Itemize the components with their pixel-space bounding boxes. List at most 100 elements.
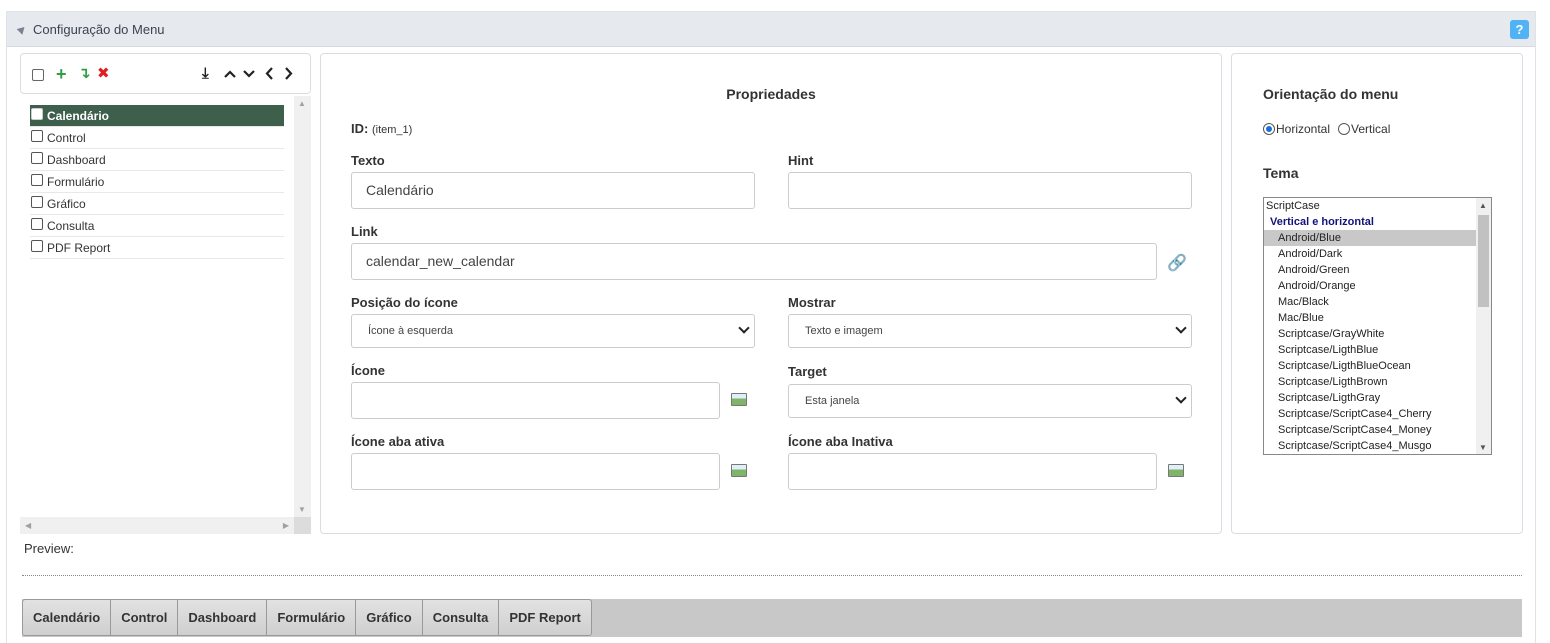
- tree-item-calendario[interactable]: Calendário: [30, 105, 284, 127]
- tree-item-dashboard[interactable]: Dashboard: [30, 149, 284, 171]
- theme-listbox[interactable]: ScriptCase Vertical e horizontal Android…: [1263, 197, 1492, 455]
- preview-menu-item-control[interactable]: Control: [111, 600, 179, 635]
- orientation-title: Orientação do menu: [1263, 86, 1399, 102]
- theme-option[interactable]: Scriptcase/LigthBlueOcean: [1264, 358, 1476, 374]
- move-right-icon[interactable]: [285, 67, 293, 80]
- scroll-right-icon[interactable]: ▶: [283, 521, 289, 530]
- hint-input[interactable]: [788, 172, 1192, 209]
- chevron-down-icon: [1175, 392, 1187, 404]
- collapse-triangle-icon[interactable]: [16, 24, 28, 35]
- tree-item-checkbox[interactable]: [31, 195, 43, 208]
- tree-item-checkbox[interactable]: [31, 239, 43, 252]
- icone-aba-ativa-label: Ícone aba ativa: [351, 434, 445, 449]
- posicao-icone-value: Ícone à esquerda: [368, 325, 454, 337]
- tree-toolbar: + ↴ ✖ ⤓: [20, 53, 311, 94]
- icone-aba-inativa-label: Ícone aba Inativa: [788, 434, 893, 449]
- target-select[interactable]: Esta janela: [788, 384, 1192, 418]
- mostrar-select[interactable]: Texto e imagem: [788, 314, 1192, 348]
- tree-item-formulario[interactable]: Formulário: [30, 171, 284, 193]
- scroll-up-icon[interactable]: ▲: [1479, 201, 1487, 210]
- move-down-icon[interactable]: [243, 70, 255, 78]
- preview-menu-item-formulario[interactable]: Formulário: [267, 600, 357, 635]
- preview-label: Preview:: [24, 541, 74, 556]
- theme-option[interactable]: Scriptcase/ScriptCase4_Musgo: [1264, 438, 1476, 454]
- icone-input[interactable]: [351, 382, 720, 419]
- scrollbar-thumb[interactable]: [1478, 215, 1489, 307]
- icone-label: Ícone: [351, 363, 385, 378]
- properties-panel: Propriedades ID: (item_1) Texto Calendár…: [320, 53, 1222, 534]
- image-picker-icon[interactable]: [731, 464, 747, 477]
- section-header[interactable]: Configuração do Menu ?: [7, 12, 1535, 47]
- icone-aba-ativa-input[interactable]: [351, 453, 720, 490]
- theme-option[interactable]: Android/Orange: [1264, 278, 1476, 294]
- image-picker-icon[interactable]: [1168, 464, 1184, 477]
- help-icon[interactable]: ?: [1510, 20, 1529, 39]
- theme-option[interactable]: Android/Green: [1264, 262, 1476, 278]
- delete-item-icon[interactable]: ✖: [97, 64, 110, 84]
- select-all-checkbox[interactable]: [32, 69, 44, 81]
- mostrar-value: Texto e imagem: [805, 325, 883, 337]
- tree-item-consulta[interactable]: Consulta: [30, 215, 284, 237]
- theme-option[interactable]: Android/Dark: [1264, 246, 1476, 262]
- posicao-icone-select[interactable]: Ícone à esquerda: [351, 314, 755, 348]
- scrollbar-corner: [294, 517, 311, 534]
- image-picker-icon[interactable]: [731, 393, 747, 406]
- theme-option[interactable]: Scriptcase/GrayWhite: [1264, 326, 1476, 342]
- add-item-icon[interactable]: +: [56, 64, 67, 84]
- scroll-down-icon[interactable]: ▼: [1479, 443, 1487, 452]
- link-input[interactable]: calendar_new_calendar: [351, 243, 1157, 280]
- scroll-up-icon[interactable]: ▲: [298, 99, 306, 108]
- orientation-radio-group: Horizontal Vertical: [1263, 122, 1390, 136]
- hint-label: Hint: [788, 153, 814, 168]
- theme-title: Tema: [1263, 165, 1299, 181]
- theme-listbox-scrollbar[interactable]: ▲ ▼: [1476, 198, 1491, 454]
- scroll-left-icon[interactable]: ◀: [25, 521, 31, 530]
- scroll-down-icon[interactable]: ▼: [298, 505, 306, 514]
- tree-item-checkbox[interactable]: [31, 217, 43, 230]
- preview-menu-items: Calendário Control Dashboard Formulário …: [22, 599, 592, 636]
- theme-option[interactable]: Scriptcase/LigthGray: [1264, 390, 1476, 406]
- vertical-label[interactable]: Vertical: [1351, 122, 1390, 136]
- vertical-scrollbar[interactable]: ▲ ▼: [294, 96, 311, 517]
- tree-item-checkbox[interactable]: [31, 151, 43, 164]
- tree-item-checkbox[interactable]: [31, 173, 43, 186]
- tree-item-checkbox[interactable]: [31, 129, 43, 142]
- tree-item-pdf-report[interactable]: PDF Report: [30, 237, 284, 259]
- preview-menu-item-pdf-report[interactable]: PDF Report: [499, 600, 591, 635]
- tree-item-grafico[interactable]: Gráfico: [30, 193, 284, 215]
- theme-group-label: Vertical e horizontal: [1270, 216, 1374, 228]
- target-label: Target: [788, 364, 827, 379]
- theme-option[interactable]: Scriptcase/LigthBrown: [1264, 374, 1476, 390]
- tree-item-checkbox[interactable]: [31, 107, 43, 120]
- tree-list[interactable]: Calendário Control Dashboard Formulário …: [20, 96, 311, 534]
- preview-menubar: Calendário Control Dashboard Formulário …: [22, 599, 1522, 637]
- tree-item-control[interactable]: Control: [30, 127, 284, 149]
- theme-option[interactable]: Mac/Black: [1264, 294, 1476, 310]
- preview-menu-item-grafico[interactable]: Gráfico: [356, 600, 423, 635]
- preview-menu-item-consulta[interactable]: Consulta: [422, 600, 500, 635]
- chevron-down-icon: [1175, 322, 1187, 334]
- section-title: Configuração do Menu: [33, 22, 165, 37]
- preview-menu-item-dashboard[interactable]: Dashboard: [178, 600, 268, 635]
- texto-input[interactable]: Calendário: [351, 172, 755, 209]
- mostrar-label: Mostrar: [788, 295, 836, 310]
- posicao-icone-label: Posição do ícone: [351, 295, 458, 310]
- theme-option[interactable]: Scriptcase/LigthBlue: [1264, 342, 1476, 358]
- link-chain-icon[interactable]: 🔗: [1167, 253, 1187, 273]
- move-up-icon[interactable]: [224, 70, 236, 78]
- horizontal-label[interactable]: Horizontal: [1276, 122, 1330, 136]
- vertical-radio[interactable]: [1338, 123, 1351, 135]
- preview-menu-item-calendario[interactable]: Calendário: [23, 600, 112, 635]
- horizontal-radio[interactable]: [1263, 123, 1275, 135]
- add-subitem-icon[interactable]: ↴: [78, 64, 91, 84]
- theme-option[interactable]: Scriptcase/ScriptCase4_Money: [1264, 422, 1476, 438]
- move-left-icon[interactable]: [265, 67, 273, 80]
- theme-option-selected[interactable]: Android/Blue: [1264, 230, 1476, 246]
- horizontal-scrollbar[interactable]: ◀ ▶: [20, 517, 294, 534]
- icone-aba-inativa-input[interactable]: [788, 453, 1157, 490]
- download-icon[interactable]: ⤓: [202, 64, 209, 84]
- id-label: ID:: [351, 121, 369, 136]
- theme-option[interactable]: Scriptcase/ScriptCase4_Cherry: [1264, 406, 1476, 422]
- theme-option[interactable]: ScriptCase: [1264, 198, 1476, 214]
- theme-option[interactable]: Mac/Blue: [1264, 310, 1476, 326]
